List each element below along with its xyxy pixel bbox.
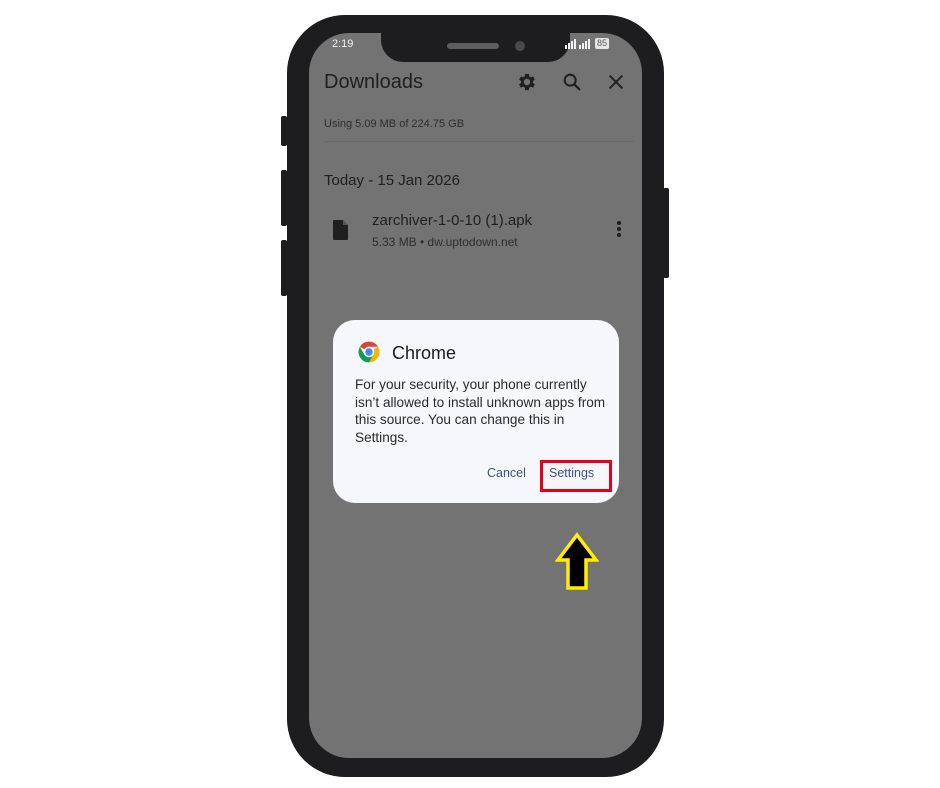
date-section-header: Today - 15 Jan 2026	[324, 172, 460, 189]
dialog-message: For your security, your phone currently …	[355, 377, 606, 445]
divider	[324, 141, 634, 142]
storage-usage: Using 5.09 MB of 224.75 GB	[324, 118, 465, 130]
dialog-title: Chrome	[392, 343, 457, 363]
phone-side-button	[281, 170, 287, 226]
gear-icon[interactable]	[516, 71, 538, 93]
highlight-box	[540, 460, 612, 492]
signal-icon	[579, 38, 590, 49]
chrome-logo-icon	[357, 340, 381, 364]
cancel-button[interactable]: Cancel	[487, 466, 526, 480]
speaker-grille	[447, 43, 499, 49]
file-icon	[332, 219, 350, 241]
phone-side-button	[281, 116, 287, 146]
close-icon[interactable]	[605, 71, 627, 93]
phone-side-button	[281, 240, 287, 296]
battery-indicator: 85	[595, 38, 610, 49]
file-name: zarchiver-1-0-10 (1).apk	[372, 212, 533, 229]
status-icons: 85	[565, 38, 610, 49]
arrow-up-icon	[554, 532, 600, 592]
status-time: 2:19	[332, 38, 354, 50]
front-camera	[515, 41, 525, 51]
more-options-icon[interactable]	[612, 219, 626, 239]
signal-icon	[565, 38, 576, 49]
page-title: Downloads	[324, 71, 423, 93]
phone-side-button	[663, 188, 669, 278]
camera-notch	[381, 33, 570, 62]
search-icon[interactable]	[561, 71, 583, 93]
file-meta: 5.33 MB • dw.uptodown.net	[372, 235, 518, 249]
